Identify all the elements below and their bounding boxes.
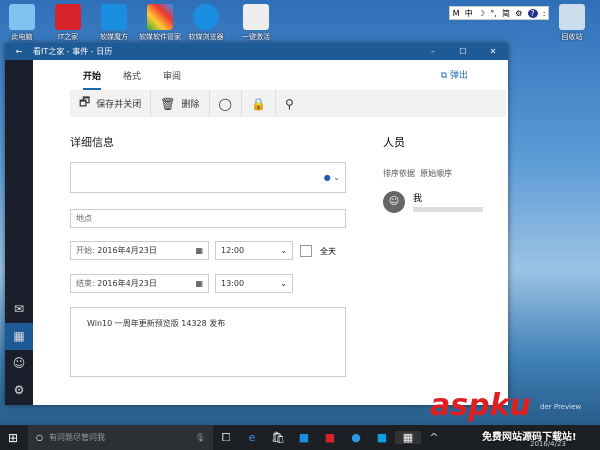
chevron-down-icon: ⌄ [280,246,287,255]
attendee-me[interactable]: ☺ 我 [383,191,503,213]
ithome-taskbar-icon[interactable]: ■ [317,431,343,444]
window-title: 看IT之家 - 事件 - 日历 [33,47,113,56]
ime-simplified[interactable]: 简 [502,8,510,19]
browser-taskbar-icon[interactable]: ● [343,431,369,444]
event-title-input[interactable]: ● ⌄ [70,162,346,193]
chevron-down-icon: ⌄ [280,279,287,288]
ime-punct[interactable]: °, [490,9,497,18]
calendar-color-dropdown[interactable]: ● ⌄ [324,173,340,182]
people-icon[interactable]: ☺ [5,350,33,377]
maximize-button[interactable]: ☐ [448,47,478,56]
back-button[interactable]: ← [5,47,33,56]
end-date-picker[interactable]: 结束: 2016年4月23日 ▦ [70,274,209,293]
calendar-icon: ▦ [195,279,203,288]
desktop-icon-activate[interactable]: 一键激活 [234,4,278,42]
save-icon: 🗗 [79,95,91,109]
tab-home[interactable]: 开始 [83,69,102,90]
software-manager-icon [147,4,173,30]
start-time-select[interactable]: 12:00 ⌄ [215,241,293,260]
desktop-icon-this-pc[interactable]: 此电脑 [0,4,44,42]
popout-icon: ⧉ [440,71,450,81]
tab-format[interactable]: 格式 [123,69,141,90]
attendee-name: 我 [413,194,423,204]
popout-button[interactable]: ⧉ 弹出 [441,68,468,81]
close-button[interactable]: ✕ [478,47,508,56]
clock-date[interactable]: 2016/4/23 [530,440,566,448]
ime-toolbar[interactable]: M 中 ☽ °, 简 ⚙ ? : [449,6,549,20]
desktop-icon-recycle-bin[interactable]: 回收站 [550,4,594,42]
details-heading: 详细信息 [70,136,114,149]
desktop-icon-browser[interactable]: 软媒浏览器 [184,4,228,42]
chevron-up-icon[interactable]: ^ [421,431,447,444]
save-close-button[interactable]: 🗗 保存并关闭 [70,90,152,117]
ime-more[interactable]: : [543,9,546,18]
shield-icon [243,4,269,30]
event-body-textarea[interactable]: Win10 一周年更新预览版 14328 发布 [70,307,346,377]
event-editor: 开始 格式 审阅 ⧉ 弹出 🗗 保存并关闭 🗑 删除 ◯ 🔒 ⚲ 详细信息 ● ⌄ … [33,60,508,405]
private-button[interactable]: 🔒 [242,90,276,117]
calendar-icon: ▦ [195,246,203,255]
calendar-icon[interactable]: ▦ [5,323,33,350]
sort-label: 排序依据 [383,169,415,178]
store-icon[interactable]: 🛍 [265,431,291,444]
title-bar: ← 看IT之家 - 事件 - 日历 – ☐ ✕ [5,43,508,60]
start-button[interactable]: ⊞ [8,431,18,445]
ime-mode[interactable]: M [453,9,460,18]
repeat-button[interactable]: ◯ [210,90,242,117]
gear-icon[interactable]: ⚙ [515,9,522,18]
ithome-icon [55,4,81,30]
people-panel: 人员 排序依据 原始顺序 ☺ 我 [383,134,503,213]
tab-review[interactable]: 审阅 [163,69,181,90]
ime-lang[interactable]: 中 [465,8,473,19]
desktop-icon-software-manager[interactable]: 软媒软件管家 [138,4,182,42]
cortana-icon: ○ [36,433,43,442]
mofang-taskbar-icon[interactable]: ■ [291,431,317,444]
start-date-picker[interactable]: 开始: 2016年4月23日 ▦ [70,241,209,260]
repeat-icon: ◯ [218,96,232,111]
attendee-email-blurred [413,207,483,212]
help-icon[interactable]: ? [527,8,538,18]
trash-icon: 🗑 [160,96,176,111]
edge-icon[interactable]: e [239,431,265,444]
location-input[interactable]: 地点 [70,209,346,228]
watermark-preview: der Preview [540,403,582,411]
ime-width[interactable]: ☽ [478,9,485,18]
desktop-icon-mofang[interactable]: 软媒魔方 [92,4,136,42]
allday-checkbox[interactable] [300,245,312,257]
computer-icon [9,4,35,30]
lock-icon: 🔒 [250,96,266,111]
microphone-icon[interactable]: 🎙 [195,433,205,442]
search-icon: ⚲ [284,96,294,111]
people-heading: 人员 [383,136,405,149]
avatar: ☺ [383,191,405,213]
app-taskbar-icon[interactable]: ■ [369,431,395,444]
calendar-taskbar-icon[interactable]: ▦ [395,431,421,444]
recycle-bin-icon [559,4,585,30]
delete-button[interactable]: 🗑 删除 [151,90,210,117]
desktop-icon-ithome[interactable]: IT之家 [46,4,90,42]
sort-select[interactable]: 原始顺序 [420,169,452,178]
browser-icon [193,4,219,30]
minimize-button[interactable]: – [418,47,448,56]
cortana-search[interactable]: ○ 有问题尽管问我 🎙 [28,425,213,450]
mail-icon[interactable]: ✉ [5,296,33,323]
watermark-logo: aspku [430,388,531,423]
settings-icon[interactable]: ⚙ [5,377,33,404]
search-button[interactable]: ⚲ [276,90,303,117]
calendar-window: ← 看IT之家 - 事件 - 日历 – ☐ ✕ ✉ ▦ ☺ ⚙ 开始 格式 审阅… [5,43,508,405]
nav-sidebar: ✉ ▦ ☺ ⚙ [5,60,33,405]
task-view-icon[interactable]: ⧠ [213,431,239,445]
allday-label: 全天 [320,247,336,256]
end-time-select[interactable]: 13:00 ⌄ [215,274,293,293]
toolbar: 🗗 保存并关闭 🗑 删除 ◯ 🔒 ⚲ [70,90,506,117]
mofang-icon [101,4,127,30]
